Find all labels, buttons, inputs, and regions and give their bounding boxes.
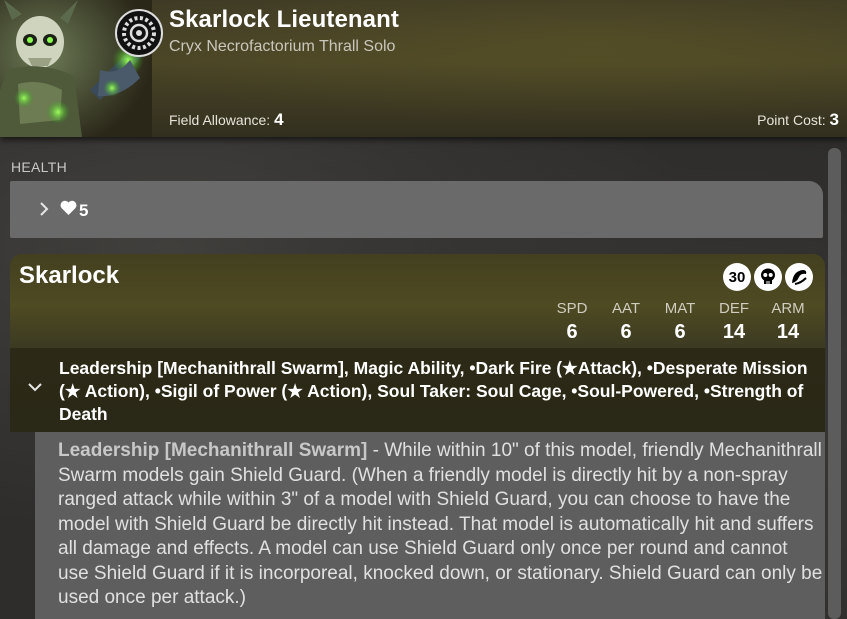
health-number: 5 — [79, 200, 89, 220]
stat-aat: AAT 6 — [599, 300, 653, 346]
field-allowance-label: Field Allowance: — [169, 112, 271, 128]
heart-icon — [60, 200, 77, 221]
stat-value: 6 — [566, 321, 578, 343]
stat-mat: MAT 6 — [653, 300, 707, 346]
ability-body: - While within 10" of this model, friend… — [58, 440, 823, 608]
stat-label: DEF — [719, 300, 749, 317]
chevron-down-icon — [26, 380, 44, 392]
stat-value: 14 — [776, 321, 800, 343]
stat-label: SPD — [556, 300, 588, 317]
stat-value: 6 — [674, 321, 686, 343]
base-size-badge-icon: 30 — [723, 263, 751, 291]
stat-value: 6 — [620, 321, 632, 343]
ability-detail-panel: Leadership [Mechanithrall Swarm] - While… — [35, 432, 825, 619]
abilities-summary-text: Leadership [Mechanithrall Swarm], Magic … — [59, 358, 808, 424]
scrollbar[interactable] — [828, 148, 841, 619]
point-cost: Point Cost: 3 — [757, 110, 839, 130]
soul-icon — [785, 263, 813, 291]
unit-header: Skarlock Lieutenant Cryx Necrofactorium … — [0, 0, 847, 137]
stat-line: SPD 6 AAT 6 MAT 6 DEF 14 ARM 14 — [545, 300, 815, 346]
stat-label: ARM — [771, 300, 805, 317]
chevron-right-icon — [36, 199, 52, 219]
model-header: Skarlock 30 SPD 6 AAT 6 MAT 6 DEF 14 ARM… — [10, 254, 825, 348]
field-allowance-value: 4 — [274, 110, 284, 129]
stat-def: DEF 14 — [707, 300, 761, 346]
stat-arm: ARM 14 — [761, 300, 815, 346]
model-badges: 30 — [723, 263, 813, 291]
skull-icon — [754, 263, 782, 291]
point-cost-label: Point Cost: — [757, 112, 826, 128]
stat-label: MAT — [664, 300, 696, 317]
stat-label: AAT — [611, 300, 641, 317]
health-value: 5 — [60, 200, 88, 221]
stat-value: 14 — [722, 321, 746, 343]
health-toggle[interactable]: 5 — [10, 181, 823, 238]
health-section-label: HEALTH — [11, 159, 67, 175]
field-allowance: Field Allowance: 4 — [169, 110, 284, 130]
cryx-faction-emblem-icon — [114, 8, 164, 58]
model-name: Skarlock — [19, 262, 120, 289]
ability-name: Leadership [Mechanithrall Swarm] — [58, 440, 368, 461]
abilities-toggle[interactable]: Leadership [Mechanithrall Swarm], Magic … — [10, 348, 825, 432]
unit-title: Skarlock Lieutenant — [169, 6, 399, 33]
point-cost-value: 3 — [829, 110, 839, 129]
model-card: Skarlock 30 SPD 6 AAT 6 MAT 6 DEF 14 ARM… — [10, 254, 825, 619]
unit-subtitle: Cryx Necrofactorium Thrall Solo — [169, 38, 396, 55]
stat-spd: SPD 6 — [545, 300, 599, 346]
ability-description: Leadership [Mechanithrall Swarm] - While… — [58, 439, 823, 611]
base-size-text: 30 — [728, 268, 746, 286]
